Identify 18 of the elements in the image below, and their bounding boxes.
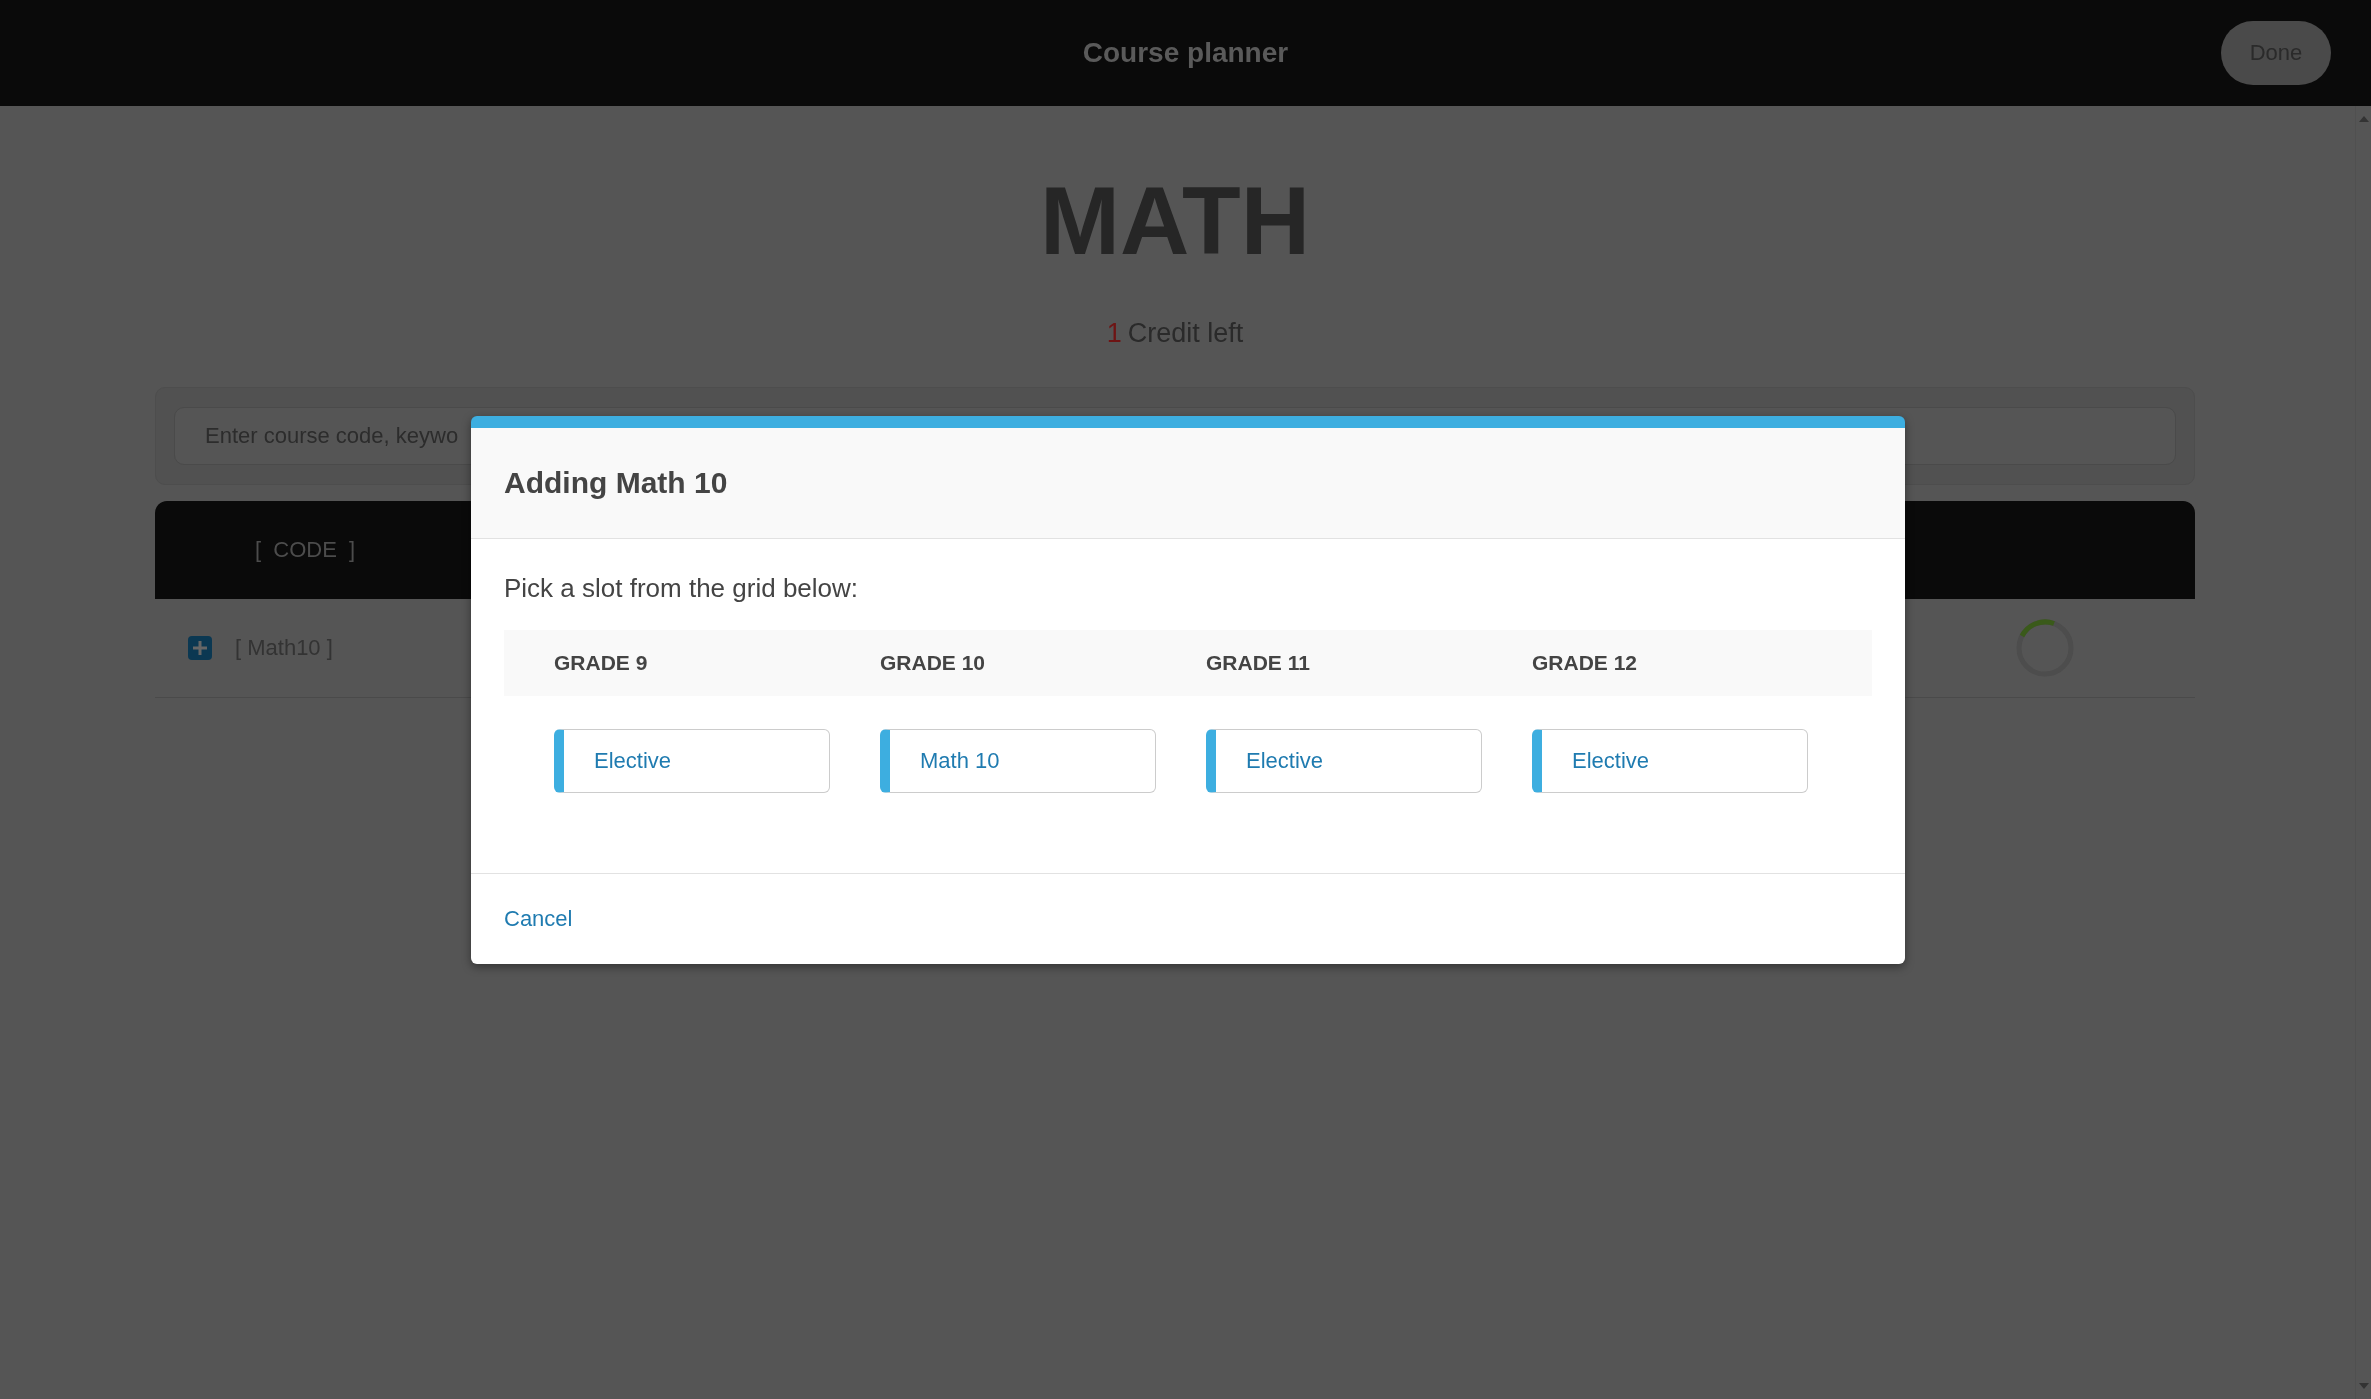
scrollbar[interactable] [2355,106,2371,1399]
grade-label: GRADE 11 [1206,651,1311,675]
cancel-link[interactable]: Cancel [504,906,573,932]
slot-button[interactable]: Elective [554,729,830,793]
credit-count: 1 [1106,318,1122,350]
dialog-title: Adding Math 10 [504,466,728,500]
slot-button[interactable]: Math 10 [880,729,1156,793]
plus-icon[interactable] [188,636,212,661]
grade-label: GRADE 12 [1532,651,1639,675]
slot-button[interactable]: Elective [1532,729,1808,793]
grade-label: GRADE 9 [554,651,649,675]
scroll-down-icon[interactable] [2358,1383,2369,1389]
column-header: [ CODE ] [255,537,356,564]
app-title: Course planner [1082,37,1289,69]
scroll-up-icon[interactable] [2358,116,2369,122]
grade-label: GRADE 10 [880,651,987,675]
dialog-prompt: Pick a slot from the grid below: [504,573,860,604]
slot-button[interactable]: Elective [1206,729,1482,793]
